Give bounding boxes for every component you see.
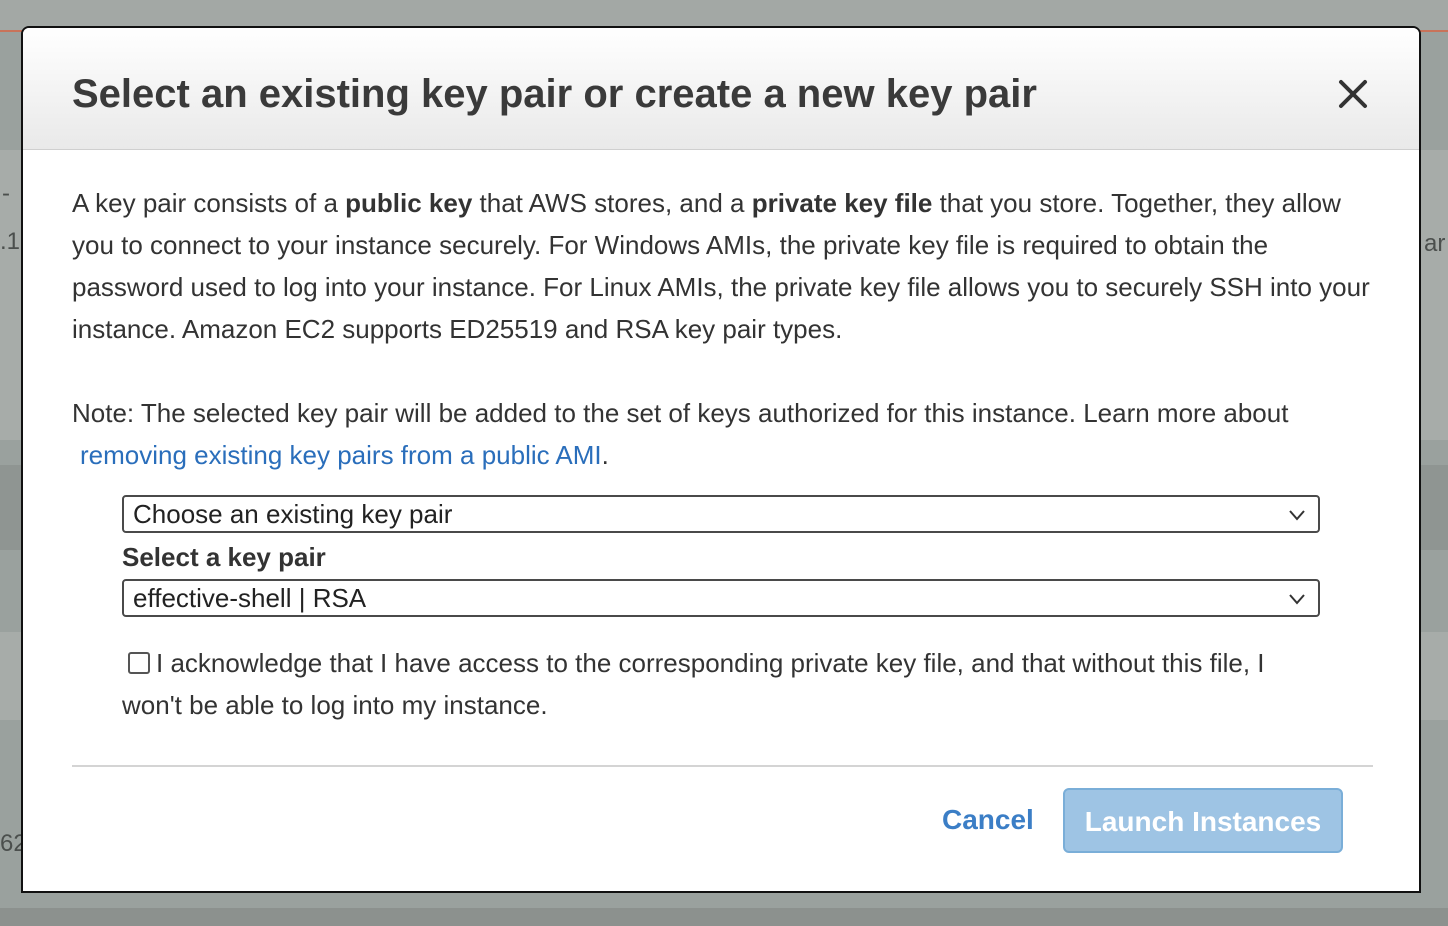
description-text: A key pair consists of a [72, 188, 346, 218]
key-pair-description: A key pair consists of a public key that… [72, 182, 1372, 350]
key-pair-value: effective-shell | RSA [133, 583, 367, 613]
modal-header: Select an existing key pair or create a … [23, 28, 1419, 150]
note-body: Note: The selected key pair will be adde… [72, 398, 1289, 428]
key-pair-mode-value: Choose an existing key pair [133, 499, 453, 529]
note-text: Note: The selected key pair will be adde… [72, 392, 1372, 476]
background-text: - [2, 180, 10, 207]
chevron-down-icon [1289, 594, 1305, 605]
key-pair-select[interactable]: effective-shell | RSA [122, 579, 1320, 617]
key-pair-mode-select[interactable]: Choose an existing key pair [122, 495, 1320, 533]
key-pair-select-label: Select a key pair [122, 542, 326, 572]
background-text: .1 [0, 228, 21, 255]
acknowledge-checkbox[interactable] [128, 652, 150, 674]
description-bold: public key [345, 188, 473, 218]
chevron-down-icon [1289, 510, 1305, 521]
acknowledge-row: I acknowledge that I have access to the … [122, 642, 1322, 726]
close-icon[interactable] [1333, 74, 1373, 114]
background-footer [0, 908, 1448, 926]
footer-divider [72, 765, 1373, 767]
acknowledge-label: I acknowledge that I have access to the … [122, 648, 1265, 720]
launch-instances-button[interactable]: Launch Instances [1063, 788, 1343, 853]
cancel-button[interactable]: Cancel [928, 796, 1048, 844]
remove-key-pairs-link[interactable]: removing existing key pairs from a publi… [72, 440, 602, 470]
key-pair-modal: Select an existing key pair or create a … [21, 26, 1421, 893]
description-text: that AWS stores, and a [472, 188, 752, 218]
modal-title: Select an existing key pair or create a … [72, 72, 1037, 116]
note-end: . [601, 440, 609, 470]
description-bold: private key file [751, 188, 933, 218]
background-text: ar [1424, 230, 1446, 257]
